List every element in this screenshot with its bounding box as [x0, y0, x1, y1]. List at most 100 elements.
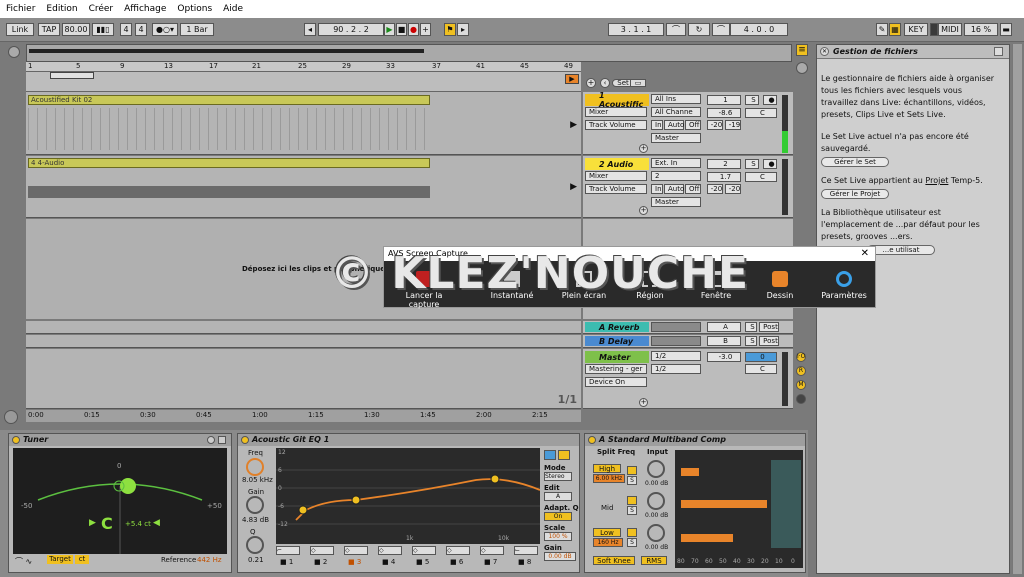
- monitor-off[interactable]: Off: [685, 120, 701, 130]
- monitor-in[interactable]: In: [651, 120, 663, 130]
- device-activator-icon[interactable]: [12, 436, 20, 444]
- menu-creer[interactable]: Créer: [89, 4, 114, 14]
- add-locator-icon[interactable]: +: [586, 78, 596, 88]
- solo-icon[interactable]: S: [627, 538, 637, 547]
- manage-project-button[interactable]: Gérer le Projet: [821, 189, 889, 199]
- sends-toggle-icon[interactable]: R: [796, 366, 806, 376]
- link-button[interactable]: Link: [6, 23, 34, 36]
- high-band-button[interactable]: High: [593, 464, 621, 473]
- beat-ruler[interactable]: 1 5 9 13 17 21 25 29 33 37 41 45 49: [26, 62, 581, 72]
- signature-numerator[interactable]: 4: [120, 23, 132, 36]
- input-knob-mid[interactable]: [647, 492, 665, 510]
- tuner-mode-icon[interactable]: ⌒ ∿: [15, 556, 32, 567]
- output-select[interactable]: Master: [651, 197, 701, 207]
- menu-edition[interactable]: Edition: [46, 4, 77, 14]
- adaptive-q-button[interactable]: On: [544, 512, 572, 521]
- metronome-button[interactable]: ●○▾: [152, 23, 178, 36]
- menu-aide[interactable]: Aide: [223, 4, 243, 14]
- io-toggle-icon[interactable]: I·O: [796, 352, 806, 362]
- previous-locator-icon[interactable]: ‹: [600, 78, 610, 88]
- q-knob[interactable]: [246, 536, 264, 554]
- q-value[interactable]: 0.21: [248, 556, 264, 564]
- post-button[interactable]: Post: [759, 322, 779, 332]
- band-8[interactable]: ■ 8: [518, 558, 531, 566]
- mixer-select[interactable]: Mixer: [585, 107, 647, 117]
- mixer-select[interactable]: Mastering - ger: [585, 364, 647, 374]
- clip-view-icon[interactable]: ≡: [796, 44, 808, 56]
- automation-arm-button[interactable]: ⚑: [444, 23, 456, 36]
- comp-display[interactable]: 80 70 60 50 40 30 20 10 0: [675, 450, 803, 568]
- arm-button[interactable]: ●: [763, 159, 777, 169]
- midi-notes[interactable]: [28, 108, 430, 150]
- reference-value[interactable]: 442 Hz: [197, 556, 222, 564]
- input-knob-low[interactable]: [647, 524, 665, 542]
- song-position[interactable]: 90 . 2 . 2: [318, 23, 384, 36]
- record-button[interactable]: ●: [408, 23, 419, 36]
- freq-value[interactable]: 8.05 kHz: [242, 476, 273, 484]
- quantize-select[interactable]: 1 Bar: [180, 23, 214, 36]
- band-filter-type[interactable]: ⌐: [276, 546, 300, 555]
- solo-icon[interactable]: S: [627, 476, 637, 485]
- target-button[interactable]: Target: [47, 555, 73, 564]
- monitor-off[interactable]: Off: [685, 184, 701, 194]
- master-out-select[interactable]: 1/2: [651, 351, 701, 361]
- arrangement-view-icon[interactable]: [8, 46, 20, 58]
- menu-fichier[interactable]: Fichier: [6, 4, 35, 14]
- input-type-select[interactable]: All Ins: [651, 94, 701, 104]
- band-3[interactable]: ■ 3: [348, 558, 361, 566]
- metronome-toggle[interactable]: ▮▮▯: [92, 23, 114, 36]
- band-filter-type[interactable]: ◇: [412, 546, 436, 555]
- band-on-icon[interactable]: [627, 528, 637, 537]
- band-on-icon[interactable]: [627, 466, 637, 475]
- time-ruler[interactable]: 0:00 0:15 0:30 0:45 1:00 1:15 1:30 1:45 …: [26, 410, 581, 422]
- computer-keyboard-icon[interactable]: ▦: [889, 23, 901, 36]
- low-band-button[interactable]: Low: [593, 528, 621, 537]
- arm-button[interactable]: ●: [763, 95, 777, 105]
- clip-acoustified[interactable]: Acoustified Kit 02: [28, 95, 430, 105]
- master-volume[interactable]: -3.0: [707, 352, 741, 362]
- return-lane-b[interactable]: [26, 335, 581, 348]
- panel-scrollbar[interactable]: [1012, 44, 1022, 574]
- play-button[interactable]: ▶: [384, 23, 395, 36]
- loop-length-field[interactable]: 4 . 0 . 0: [730, 23, 788, 36]
- add-device-icon[interactable]: +: [639, 206, 648, 215]
- device-activator-icon[interactable]: [588, 436, 596, 444]
- freq-knob[interactable]: [246, 458, 264, 476]
- band-filter-type[interactable]: ⌙: [514, 546, 538, 555]
- return-activator[interactable]: B: [707, 336, 741, 346]
- automation-control-select[interactable]: Track Volume: [585, 184, 647, 194]
- loop-button[interactable]: ↻: [688, 23, 710, 36]
- tempo-field[interactable]: 80.00: [62, 23, 90, 36]
- monitor-auto[interactable]: Auto: [664, 120, 684, 130]
- signature-denominator[interactable]: 4: [135, 23, 147, 36]
- band-filter-type[interactable]: ◇: [446, 546, 470, 555]
- mode-select[interactable]: Stereo: [544, 472, 572, 481]
- tap-button[interactable]: TAP: [38, 23, 60, 36]
- stop-button[interactable]: ■: [396, 23, 407, 36]
- pan-field[interactable]: C: [745, 172, 777, 182]
- eq-display[interactable]: 12 6 0 -6 -12 1k 10k: [276, 448, 541, 544]
- pan-field[interactable]: C: [745, 108, 777, 118]
- lock-icon[interactable]: ▭: [630, 79, 646, 87]
- midi-map-button[interactable]: MIDI: [938, 23, 962, 36]
- overdub-button[interactable]: +: [420, 23, 431, 36]
- mixer-select[interactable]: Mixer: [585, 171, 647, 181]
- band-1[interactable]: ■ 1: [280, 558, 293, 566]
- menu-affichage[interactable]: Affichage: [124, 4, 166, 14]
- draw-button[interactable]: Dessin: [750, 271, 810, 300]
- cents-button[interactable]: ct: [75, 555, 89, 564]
- arrangement-overview[interactable]: [26, 44, 792, 62]
- input-channel-select[interactable]: All Channe: [651, 107, 701, 117]
- band-4[interactable]: ■ 4: [382, 558, 395, 566]
- solo-button[interactable]: S: [745, 322, 757, 332]
- cue-volume[interactable]: 0: [745, 352, 777, 362]
- manage-library-button[interactable]: ...e utilisat: [867, 245, 935, 255]
- headphone-icon[interactable]: [544, 450, 556, 460]
- punch-out-button[interactable]: ⌒: [712, 23, 730, 36]
- audio-waveform[interactable]: [28, 172, 430, 212]
- band-2[interactable]: ■ 2: [314, 558, 327, 566]
- input-type-select[interactable]: Ext. In: [651, 158, 701, 168]
- master-pan[interactable]: C: [745, 364, 777, 374]
- track-lane-2[interactable]: 4 4-Audio ▶: [26, 156, 581, 218]
- zoom-icon[interactable]: [4, 410, 18, 424]
